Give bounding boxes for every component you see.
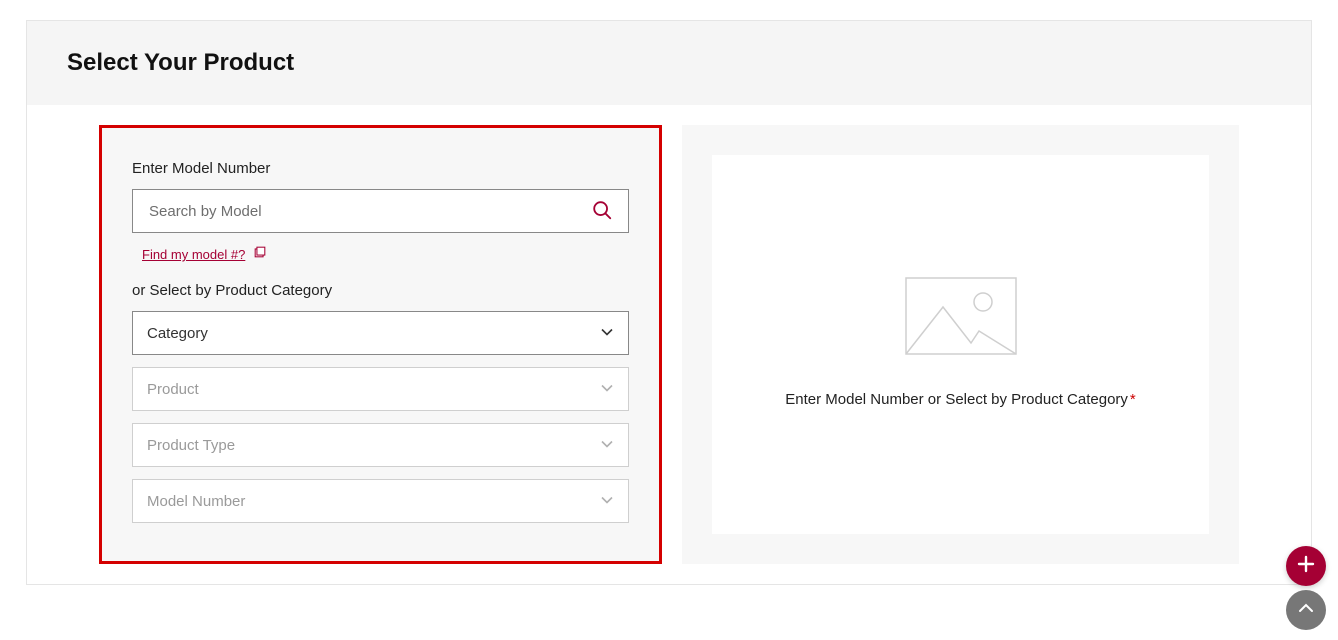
find-model-row: Find my model #? [132, 245, 629, 264]
image-placeholder-icon [905, 277, 1017, 360]
category-select-label: Category [147, 325, 208, 342]
chevron-down-icon [600, 493, 614, 510]
preview-instruction-text: Enter Model Number or Select by Product … [785, 391, 1128, 408]
product-type-select-label: Product Type [147, 437, 235, 454]
search-icon [591, 199, 613, 224]
find-model-link[interactable]: Find my model #? [142, 247, 245, 262]
enter-model-label: Enter Model Number [132, 160, 629, 177]
preview-instruction: Enter Model Number or Select by Product … [785, 388, 1136, 412]
category-select[interactable]: Category [132, 311, 629, 355]
product-type-select[interactable]: Product Type [132, 423, 629, 467]
product-selection-panel: Enter Model Number Find my model #? o [99, 125, 662, 564]
page-title: Select Your Product [67, 49, 1271, 77]
chevron-down-icon [600, 437, 614, 454]
or-select-label: or Select by Product Category [132, 282, 629, 299]
preview-panel: Enter Model Number or Select by Product … [682, 125, 1239, 564]
product-select[interactable]: Product [132, 367, 629, 411]
select-product-card: Select Your Product Enter Model Number F… [26, 20, 1312, 585]
add-fab-button[interactable] [1286, 546, 1326, 586]
card-header: Select Your Product [27, 21, 1311, 105]
model-number-select-label: Model Number [147, 493, 245, 510]
chevron-down-icon [600, 381, 614, 398]
search-button[interactable] [584, 190, 620, 232]
required-asterisk: * [1130, 391, 1136, 408]
model-search-wrapper [132, 189, 629, 233]
chevron-down-icon [600, 325, 614, 342]
model-number-select[interactable]: Model Number [132, 479, 629, 523]
product-select-label: Product [147, 381, 199, 398]
popup-icon [253, 245, 267, 264]
card-body: Enter Model Number Find my model #? o [27, 105, 1311, 584]
plus-icon [1297, 555, 1315, 578]
preview-inner: Enter Model Number or Select by Product … [712, 155, 1209, 534]
chevron-up-icon [1298, 601, 1314, 619]
model-search-input[interactable] [147, 202, 580, 221]
